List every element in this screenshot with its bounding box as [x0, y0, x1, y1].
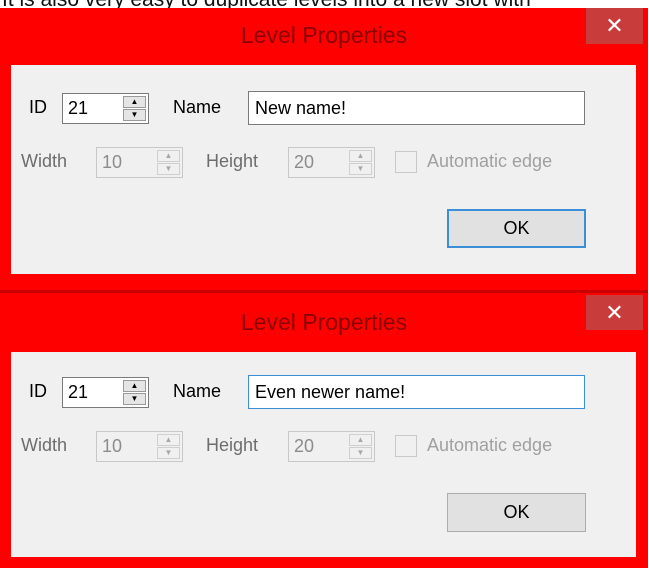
id-spinner[interactable]: 21 ▲ ▼: [62, 377, 149, 408]
close-icon: ✕: [605, 13, 624, 38]
width-value: 10: [102, 436, 123, 456]
ok-button-label: OK: [503, 218, 530, 238]
id-label: ID: [29, 381, 47, 401]
width-value: 10: [102, 152, 123, 172]
name-input[interactable]: Even newer name!: [248, 375, 585, 409]
height-spinner[interactable]: 20 ▲ ▼: [288, 431, 375, 462]
background-caption-text: It is also very easy to duplicate levels…: [2, 0, 531, 11]
close-button[interactable]: ✕: [586, 8, 643, 44]
id-spinner[interactable]: 21 ▲ ▼: [62, 93, 149, 124]
height-label: Height: [206, 435, 259, 455]
width-label: Width: [21, 435, 68, 455]
id-label: ID: [29, 97, 47, 117]
id-value: 21: [68, 382, 89, 402]
close-icon: ✕: [605, 299, 624, 325]
spin-down-icon[interactable]: ▼: [349, 447, 372, 459]
level-properties-dialog-1: Level Properties ✕ ID 21 ▲ ▼ Name New na…: [0, 8, 648, 290]
spin-up-icon[interactable]: ▲: [123, 380, 146, 392]
name-input[interactable]: New name!: [248, 91, 585, 125]
automatic-edge-label: Automatic edge: [427, 151, 553, 171]
name-label: Name: [173, 97, 222, 117]
spin-up-icon[interactable]: ▲: [157, 434, 180, 446]
ok-button[interactable]: OK: [447, 209, 586, 248]
width-label: Width: [21, 151, 68, 171]
automatic-edge-checkbox[interactable]: [395, 151, 417, 173]
spin-up-icon[interactable]: ▲: [123, 96, 146, 108]
dialog-client-area: ID 21 ▲ ▼ Name New name! Width 10 ▲ ▼ He…: [11, 65, 636, 274]
spin-up-icon[interactable]: ▲: [349, 434, 372, 446]
id-value: 21: [68, 98, 89, 118]
automatic-edge-label: Automatic edge: [427, 435, 553, 455]
ok-button[interactable]: OK: [447, 493, 586, 532]
dialog-title: Level Properties: [240, 309, 408, 335]
automatic-edge-checkbox[interactable]: [395, 435, 417, 457]
spin-up-icon[interactable]: ▲: [157, 150, 180, 162]
spin-down-icon[interactable]: ▼: [157, 163, 180, 175]
close-button[interactable]: ✕: [586, 295, 643, 330]
height-value: 20: [294, 436, 315, 456]
spin-down-icon[interactable]: ▼: [123, 109, 146, 121]
height-spinner[interactable]: 20 ▲ ▼: [288, 147, 375, 178]
spin-up-icon[interactable]: ▲: [349, 150, 372, 162]
spin-down-icon[interactable]: ▼: [349, 163, 372, 175]
ok-button-label: OK: [503, 502, 530, 522]
height-label: Height: [206, 151, 259, 171]
dialog-client-area: ID 21 ▲ ▼ Name Even newer name! Width 10…: [11, 352, 636, 557]
spin-down-icon[interactable]: ▼: [157, 447, 180, 459]
width-spinner[interactable]: 10 ▲ ▼: [96, 147, 183, 178]
width-spinner[interactable]: 10 ▲ ▼: [96, 431, 183, 462]
height-value: 20: [294, 152, 315, 172]
spin-down-icon[interactable]: ▼: [123, 393, 146, 405]
level-properties-dialog-2: Level Properties ✕ ID 21 ▲ ▼ Name Even n…: [0, 290, 648, 568]
name-label: Name: [173, 381, 222, 401]
dialog-title: Level Properties: [240, 22, 408, 48]
